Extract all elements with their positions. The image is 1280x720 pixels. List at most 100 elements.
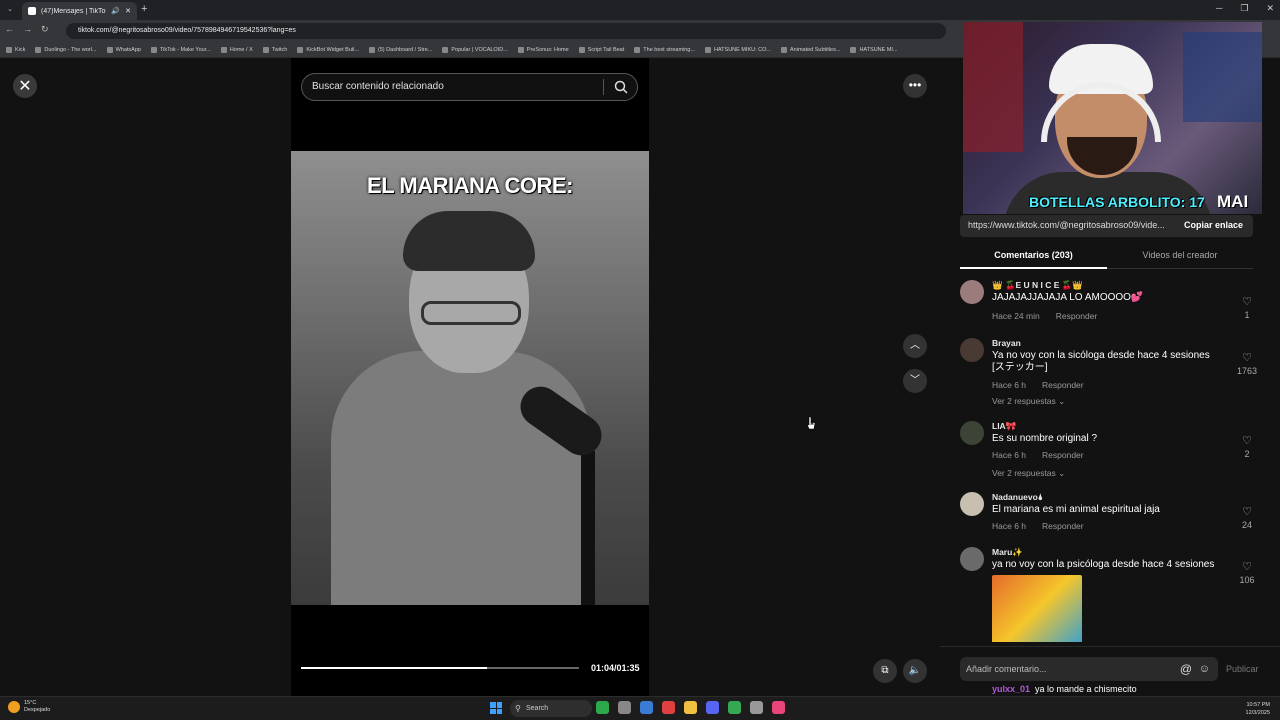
mention-icon[interactable]: @	[1180, 657, 1192, 681]
bookmark-item[interactable]: Script Tail Beat	[578, 46, 624, 53]
webcam-overlay-logo: MAI	[1217, 192, 1249, 211]
browser-tab-tiktok[interactable]: (47)Mensajes | TikTok 🔊 ✕	[22, 2, 137, 20]
volume-button[interactable]: 🔈	[903, 659, 927, 683]
bookmark-item[interactable]: Duolingo - The worl...	[35, 46, 97, 53]
bookmark-favicon-icon	[704, 46, 711, 53]
avatar[interactable]	[960, 421, 984, 445]
avatar[interactable]	[960, 280, 984, 304]
taskbar-clock[interactable]: 10:57 PM 12/3/2025	[1246, 701, 1270, 717]
video-person-glasses	[421, 301, 521, 325]
publish-button[interactable]: Publicar	[1226, 664, 1259, 674]
avatar[interactable]	[960, 338, 984, 362]
view-replies-button[interactable]: Ver 2 respuestas ⌄	[992, 468, 1065, 479]
related-search-input[interactable]: Buscar contenido relacionado	[301, 73, 638, 101]
bookmark-item[interactable]: KickBot Widget Buil...	[297, 46, 359, 53]
reply-button[interactable]: Responder	[1042, 521, 1084, 531]
taskbar-search-label: Search	[526, 705, 549, 712]
comment-text: Ya no voy con la sicóloga desde hace 4 s…	[992, 350, 1210, 373]
view-replies-button[interactable]: Ver 2 respuestas ⌄	[992, 396, 1065, 407]
tab-creator-videos[interactable]: Videos del creador	[1107, 250, 1253, 260]
comment-time: Hace 6 h	[992, 521, 1027, 531]
minimize-button[interactable]: ─	[1216, 3, 1222, 14]
comment-text: El mariana es mi animal espiritual jaja	[992, 504, 1160, 515]
bookmark-item[interactable]: HATSUNE MI...	[850, 46, 898, 53]
reply-button[interactable]: Responder	[1042, 380, 1084, 390]
heart-icon: ♡	[1242, 506, 1252, 518]
avatar[interactable]	[960, 492, 984, 516]
comment-author[interactable]: Nadanuevo🌢	[992, 492, 1043, 503]
comment-author[interactable]: LIA🎀	[992, 421, 1016, 432]
reload-icon[interactable]: ↻	[41, 24, 49, 35]
picture-in-picture-icon: ⧉	[881, 665, 889, 676]
tab-comments[interactable]: Comentarios (203)	[960, 250, 1107, 260]
music-app-icon[interactable]	[772, 701, 785, 714]
close-tab-icon[interactable]: ✕	[125, 7, 131, 15]
bookmark-item[interactable]: Twitch	[262, 46, 287, 53]
like-button[interactable]: ♡ 1763	[1232, 352, 1260, 376]
like-count: 1	[1244, 310, 1250, 320]
mail-app-icon[interactable]	[640, 701, 653, 714]
discord-app-icon[interactable]	[706, 701, 719, 714]
bookmark-item[interactable]: Popular | VOCALOID...	[442, 46, 508, 53]
weather-desc: Despejado	[24, 707, 51, 713]
opera-app-icon[interactable]	[662, 701, 675, 714]
forward-icon[interactable]: →	[23, 24, 32, 35]
next-video-button[interactable]: ﹀	[903, 369, 927, 393]
bookmark-item[interactable]: The best streaming...	[634, 46, 695, 53]
bookmark-item[interactable]: Animated Subtitles...	[781, 46, 840, 53]
chrome-app-icon[interactable]	[728, 701, 741, 714]
add-comment-placeholder: Añadir comentario...	[966, 664, 1047, 674]
url-field[interactable]: tiktok.com/@negritosabroso09/video/75789…	[66, 23, 946, 39]
file-explorer-icon[interactable]	[684, 701, 697, 714]
reply-button[interactable]: Responder	[1056, 311, 1098, 321]
weather-widget[interactable]: 15°C Despejado	[8, 700, 50, 714]
more-icon: •••	[908, 78, 922, 92]
video-frame[interactable]: EL MARIANA CORE:	[291, 151, 649, 605]
comment-author[interactable]: Brayan	[992, 338, 1021, 348]
copy-link-button[interactable]: Copiar enlace	[1184, 220, 1243, 230]
video-time: 01:04/01:35	[591, 663, 640, 673]
chatgpt-app-icon[interactable]	[750, 701, 763, 714]
bookmark-item[interactable]: PreSonus: Home	[517, 46, 569, 53]
bookmark-favicon-icon	[6, 46, 12, 53]
tab-search-icon[interactable]: ⌄	[4, 4, 16, 16]
like-button[interactable]: ♡ 1	[1232, 296, 1260, 320]
add-comment-input[interactable]: Añadir comentario... @ ☺	[960, 657, 1218, 681]
bookmark-label: HATSUNE MIKU: CO...	[713, 46, 771, 53]
new-tab-button[interactable]: +	[141, 3, 147, 15]
bookmark-item[interactable]: WhatsApp	[106, 46, 141, 53]
comment-text: JAJAJAJJAJAJA LO AMOOOO💕	[992, 292, 1144, 303]
like-button[interactable]: ♡ 106	[1232, 561, 1260, 585]
close-window-button[interactable]: ✕	[1266, 3, 1274, 14]
windows-start-icon[interactable]	[490, 702, 502, 714]
search-icon[interactable]	[614, 80, 628, 94]
comment-author[interactable]: Maru✨	[992, 547, 1023, 558]
like-count: 1763	[1236, 366, 1258, 376]
avatar[interactable]	[960, 547, 984, 571]
chevron-up-icon: ︿	[910, 340, 920, 351]
pip-button[interactable]: ⧉	[873, 659, 897, 683]
bookmark-item[interactable]: Kick	[6, 46, 25, 53]
bookmark-item[interactable]: HATSUNE MIKU: CO...	[704, 46, 771, 53]
reply-button[interactable]: Responder	[1042, 450, 1084, 460]
speaker-icon[interactable]: 🔊	[111, 7, 120, 15]
more-options-button[interactable]: •••	[903, 74, 927, 98]
taskbar-search[interactable]: ⚲ Search	[510, 700, 592, 717]
back-icon[interactable]: ←	[5, 24, 14, 35]
like-button[interactable]: ♡ 2	[1232, 435, 1260, 459]
emoji-icon[interactable]: ☺	[1199, 657, 1210, 681]
bookmark-item[interactable]: (5) Dashboard / Stre...	[368, 46, 432, 53]
video-progress-bar[interactable]	[301, 667, 579, 669]
bookmark-item[interactable]: TikTok - Make Your...	[150, 46, 211, 53]
share-link[interactable]: https://www.tiktok.com/@negritosabroso09…	[968, 220, 1168, 230]
like-button[interactable]: ♡ 24	[1232, 506, 1260, 530]
search-icon: ⚲	[515, 704, 521, 713]
widgets-app-icon[interactable]	[596, 701, 609, 714]
task-view-icon[interactable]	[618, 701, 631, 714]
bookmark-item[interactable]: Home / X	[220, 46, 253, 53]
bookmark-favicon-icon	[220, 46, 227, 53]
previous-video-button[interactable]: ︿	[903, 334, 927, 358]
comment-author[interactable]: 👑 🍒E U N I C E 🍒👑	[992, 280, 1083, 291]
close-video-button[interactable]: ✕	[13, 74, 37, 98]
maximize-button[interactable]: ❐	[1240, 3, 1248, 14]
